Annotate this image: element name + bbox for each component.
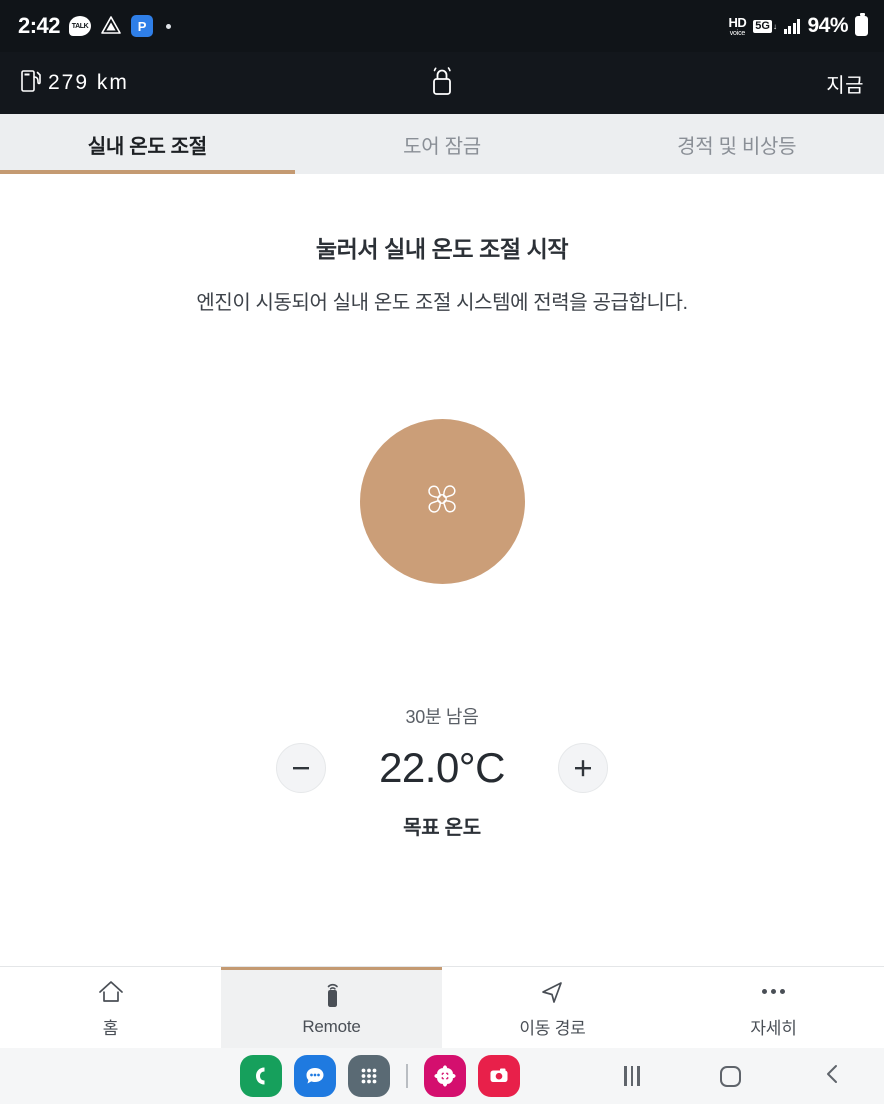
kakaotalk-label: TALK: [71, 22, 89, 30]
minus-icon: [293, 767, 309, 770]
nav-item-more[interactable]: 자세히: [663, 967, 884, 1048]
nav-label-remote: Remote: [302, 1016, 361, 1036]
nav-item-remote[interactable]: Remote: [221, 967, 442, 1048]
hd-bottom-label: voice: [729, 29, 746, 37]
status-bar: 2:42 TALK P HD voice 5G ↓ 94%: [0, 0, 884, 52]
arrow-down-glyph: ↓: [772, 21, 777, 31]
recents-button[interactable]: [624, 1066, 640, 1086]
app-header-center: [0, 52, 884, 114]
app-header: 279 km 지금: [0, 52, 884, 114]
navigation-arrow-icon: [538, 976, 568, 1006]
dock-separator: [406, 1064, 408, 1088]
temperature-decrease-button[interactable]: [276, 743, 326, 793]
dot-indicator-icon: [166, 23, 172, 29]
tab-bar: 실내 온도 조절 도어 잠금 경적 및 비상등: [0, 114, 884, 174]
network-5g-icon: 5G ↓: [753, 19, 777, 33]
page-subtitle: 엔진이 시동되어 실내 온도 조절 시스템에 전력을 공급합니다.: [196, 292, 688, 314]
nav-item-home[interactable]: 홈: [0, 967, 221, 1048]
dock-app-list: [240, 1055, 520, 1097]
plus-icon: [575, 760, 591, 777]
phone-screen: 2:42 TALK P HD voice 5G ↓ 94% 279 km 지금 …: [0, 0, 884, 1104]
home-icon: [96, 976, 126, 1006]
temperature-value: 22.0°C: [379, 744, 505, 791]
temperature-increase-button[interactable]: [558, 743, 608, 793]
network-5g-label: 5G: [753, 19, 772, 33]
status-time: 2:42: [18, 13, 61, 38]
apps-drawer-icon[interactable]: [348, 1055, 390, 1097]
main-content: 눌러서 실내 온도 조절 시작 엔진이 시동되어 실내 온도 조절 시스템에 전…: [0, 174, 884, 966]
status-bar-right: HD voice 5G ↓ 94%: [729, 13, 868, 38]
messages-app-icon[interactable]: [294, 1055, 336, 1097]
phone-app-icon[interactable]: [240, 1055, 282, 1097]
home-button[interactable]: [720, 1065, 742, 1087]
tab-door-lock[interactable]: 도어 잠금: [295, 114, 590, 174]
parking-icon: P: [131, 15, 154, 37]
range-label: 279 km: [48, 71, 129, 94]
gallery-app-icon[interactable]: [424, 1055, 466, 1097]
nav-item-route[interactable]: 이동 경로: [442, 967, 663, 1048]
vehicle-range: 279 km: [20, 67, 129, 100]
camera-app-icon[interactable]: [478, 1055, 520, 1097]
remote-key-icon: [317, 979, 347, 1009]
signal-bars-icon: [783, 18, 801, 34]
nav-label-more: 자세히: [750, 1019, 797, 1038]
nav-label-home: 홈: [102, 1019, 119, 1038]
fuel-pump-icon: [20, 67, 44, 100]
status-bar-left: 2:42 TALK P: [18, 13, 172, 39]
system-dock: [0, 1048, 884, 1104]
climate-start-button[interactable]: [359, 419, 525, 584]
kakaotalk-icon: TALK: [69, 16, 92, 36]
data-transfer-arrows-icon: ↓: [772, 21, 777, 31]
page-title: 눌러서 실내 온도 조절 시작: [315, 236, 569, 262]
hd-voice-icon: HD voice: [729, 16, 747, 37]
battery-percent-label: 94%: [807, 14, 848, 37]
battery-icon: [855, 13, 868, 36]
drive-icon: [100, 15, 122, 37]
tab-horn-lights[interactable]: 경적 및 비상등: [589, 114, 884, 174]
parking-label: P: [137, 18, 147, 34]
remaining-time-label: 30분 남음: [405, 707, 479, 727]
nav-label-route: 이동 경로: [519, 1019, 586, 1038]
bottom-navigation: 홈 Remote 이동 경로 자세히: [0, 966, 884, 1048]
hd-top-label: HD: [728, 14, 747, 30]
temperature-stepper: 22.0°C: [0, 743, 884, 793]
more-dots-icon: [762, 976, 785, 1006]
fan-icon: [413, 470, 471, 533]
back-button[interactable]: [822, 1063, 844, 1090]
unlock-icon: [426, 62, 458, 105]
temperature-caption: 목표 온도: [403, 817, 481, 839]
climate-dial-wrapper: [0, 419, 884, 584]
last-updated-label[interactable]: 지금: [826, 69, 864, 98]
system-navigation-bar: [584, 1063, 884, 1090]
tab-climate[interactable]: 실내 온도 조절: [0, 114, 295, 174]
